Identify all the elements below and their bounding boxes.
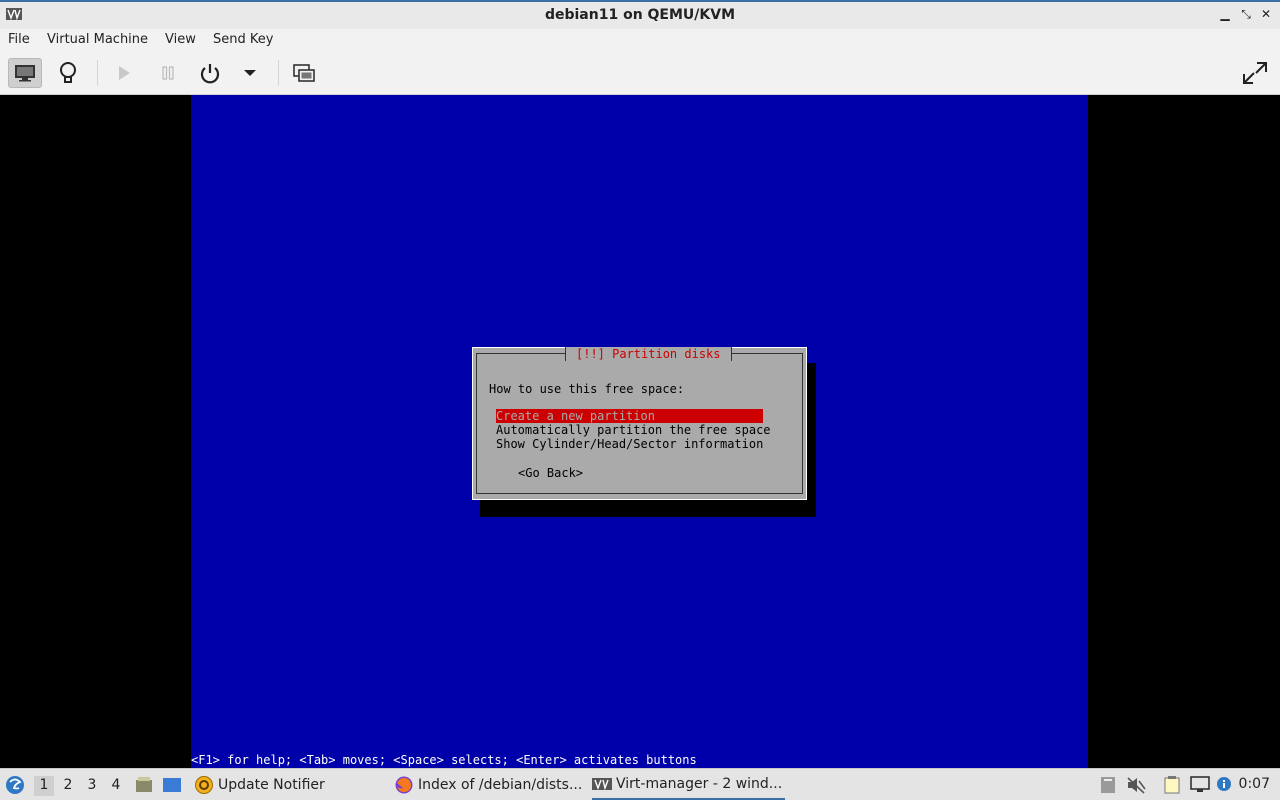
partition-dialog: [!!] Partition disks How to use this fre… — [472, 347, 807, 500]
workspace-2[interactable]: 2 — [58, 776, 78, 796]
shutdown-button[interactable] — [193, 58, 227, 88]
tray-volume[interactable] — [1126, 775, 1146, 795]
task-virt-manager[interactable]: Virt-manager - 2 wind... — [592, 769, 785, 800]
minimize-button[interactable]: ▁ — [1217, 7, 1233, 21]
details-button[interactable] — [51, 58, 85, 88]
show-desktop-button[interactable] — [162, 775, 182, 795]
window-titlebar: debian11 on QEMU/KVM ▁ ⤡ ✕ — [0, 0, 1280, 29]
dialog-frame: [!!] Partition disks How to use this fre… — [476, 347, 803, 494]
fullscreen-icon — [1243, 62, 1267, 84]
snapshots-icon — [293, 64, 315, 82]
tray-clipboard[interactable] — [1098, 775, 1118, 795]
run-button[interactable] — [107, 58, 141, 88]
pause-icon — [162, 66, 174, 80]
task-label: Index of /debian/dists... — [418, 776, 583, 793]
task-firefox[interactable]: Index of /debian/dists... — [394, 769, 584, 800]
virt-manager-icon — [592, 777, 612, 790]
option-auto-partition[interactable]: Automatically partition the free space — [496, 423, 771, 437]
power-icon — [200, 64, 220, 84]
start-menu-button[interactable] — [5, 775, 25, 795]
update-notifier-icon — [195, 775, 213, 794]
file-manager-icon — [136, 777, 152, 792]
dialog-prompt: How to use this free space: — [489, 382, 685, 396]
window-title: debian11 on QEMU/KVM — [544, 7, 736, 23]
lxqt-logo-icon — [6, 776, 24, 794]
toolbar-separator — [97, 60, 98, 86]
power-menu-arrow-icon — [244, 70, 256, 76]
option-show-chs-info[interactable]: Show Cylinder/Head/Sector information — [496, 437, 771, 451]
volume-muted-icon — [1127, 777, 1146, 794]
menu-file[interactable]: File — [8, 32, 30, 47]
tray-updates[interactable] — [1214, 775, 1234, 795]
tray-notes[interactable] — [1162, 775, 1182, 795]
go-back-button[interactable]: <Go Back> — [518, 466, 583, 480]
task-label: Update Notifier — [218, 776, 325, 793]
restore-button[interactable]: ⤡ — [1238, 7, 1254, 22]
info-bubble-icon — [1217, 777, 1231, 791]
menu-bar: File Virtual Machine View Send Key — [0, 29, 1280, 52]
snapshots-button[interactable] — [287, 58, 321, 88]
taskbar: 1 2 3 4 Update Notifier Index of /debian… — [0, 768, 1280, 800]
notes-icon — [1164, 776, 1180, 794]
desktop-icon — [163, 778, 181, 792]
menu-send-key[interactable]: Send Key — [213, 32, 273, 47]
file-manager-launcher[interactable] — [134, 775, 154, 795]
help-line: <F1> for help; <Tab> moves; <Space> sele… — [191, 753, 697, 767]
firefox-icon — [395, 776, 413, 793]
pause-button[interactable] — [151, 58, 185, 88]
task-update-notifier[interactable]: Update Notifier — [194, 769, 379, 800]
workspace-1[interactable]: 1 — [34, 776, 54, 796]
fullscreen-button[interactable] — [1238, 58, 1272, 88]
dialog-title: [!!] Partition disks — [565, 347, 732, 361]
console-icon — [15, 65, 35, 82]
option-create-new-partition[interactable]: Create a new partition — [496, 409, 763, 423]
run-icon — [119, 66, 130, 80]
vm-screen[interactable]: [!!] Partition disks How to use this fre… — [191, 95, 1088, 768]
task-label: Virt-manager - 2 wind... — [616, 775, 783, 792]
console-button[interactable] — [8, 58, 42, 88]
close-button[interactable]: ✕ — [1258, 7, 1274, 21]
options-list: Create a new partition Automatically par… — [496, 409, 771, 451]
clipboard-icon — [1101, 777, 1115, 793]
menu-virtual-machine[interactable]: Virtual Machine — [47, 32, 148, 47]
toolbar-separator — [278, 60, 279, 86]
workspace-3[interactable]: 3 — [82, 776, 102, 796]
workspace-4[interactable]: 4 — [106, 776, 126, 796]
details-lightbulb-icon — [60, 62, 76, 83]
menu-view[interactable]: View — [165, 32, 196, 47]
clock[interactable]: 0:07 — [1239, 776, 1270, 792]
shutdown-menu-button[interactable] — [233, 58, 267, 88]
vm-console-area[interactable]: [!!] Partition disks How to use this fre… — [0, 95, 1280, 768]
network-icon — [1190, 776, 1210, 792]
toolbar — [0, 52, 1280, 95]
tray-network[interactable] — [1190, 775, 1210, 795]
